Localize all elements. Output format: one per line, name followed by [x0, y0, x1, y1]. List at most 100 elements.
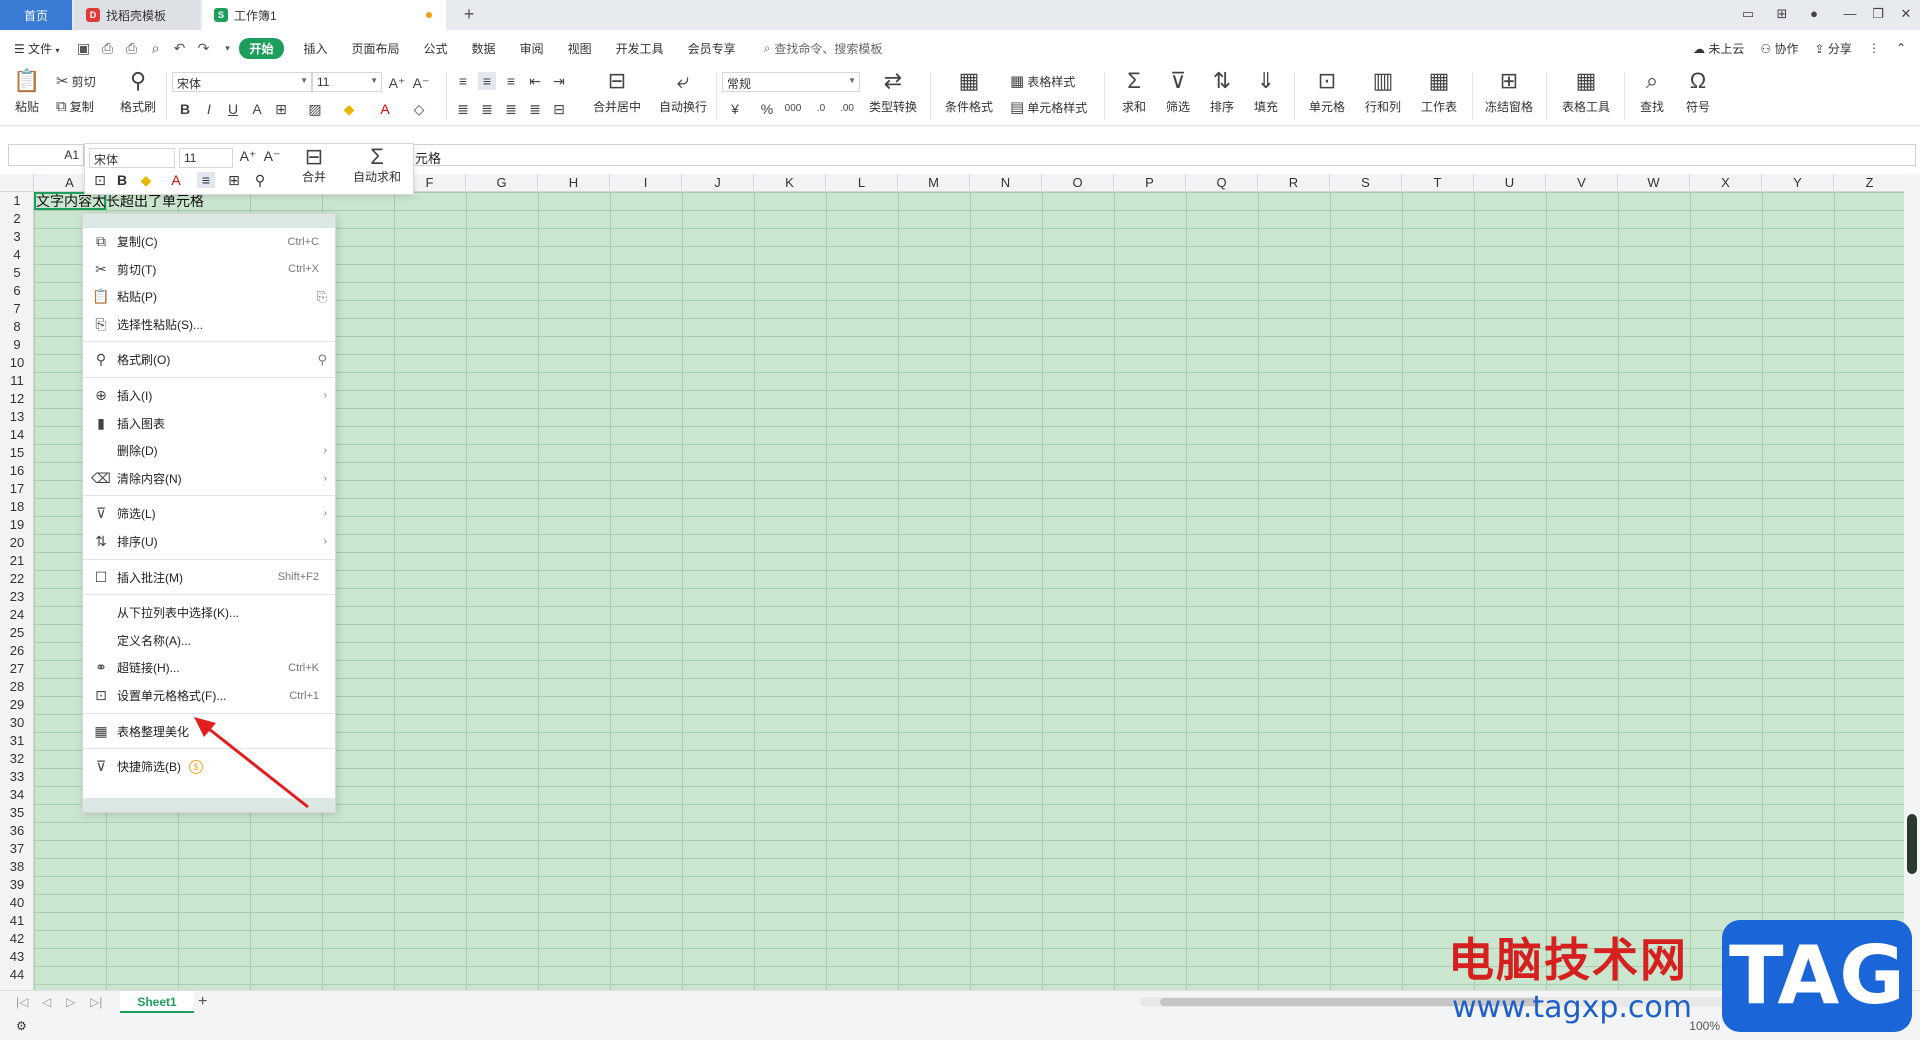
worksheet-button[interactable]: ▦ 工作表: [1416, 70, 1462, 115]
row-header[interactable]: 7: [0, 300, 34, 318]
mini-font-size-select[interactable]: 11: [179, 148, 233, 168]
column-header[interactable]: S: [1330, 174, 1402, 192]
row-header[interactable]: 19: [0, 516, 34, 534]
number-format-select[interactable]: 常规 ▼: [722, 72, 860, 92]
column-header[interactable]: T: [1402, 174, 1474, 192]
row-header[interactable]: 18: [0, 498, 34, 516]
increase-font-icon[interactable]: A⁺: [388, 74, 406, 92]
tab-home[interactable]: 首页: [0, 0, 72, 30]
row-header[interactable]: 14: [0, 426, 34, 444]
tab-templates[interactable]: D 找稻壳模板: [74, 0, 200, 30]
macro-icon[interactable]: ⚙: [16, 1019, 27, 1033]
close-icon[interactable]: ✕: [1896, 6, 1916, 24]
avatar[interactable]: ●: [1804, 6, 1824, 24]
mini-font-name-select[interactable]: 宋体: [89, 148, 175, 168]
row-header[interactable]: 42: [0, 930, 34, 948]
row-header[interactable]: 8: [0, 318, 34, 336]
row-header[interactable]: 40: [0, 894, 34, 912]
row-header[interactable]: 25: [0, 624, 34, 642]
row-header[interactable]: 41: [0, 912, 34, 930]
format-painter-icon[interactable]: ⚲: [317, 352, 327, 368]
context-menu-item[interactable]: ⊕ 插入(I) ›: [83, 382, 335, 409]
restore-icon[interactable]: ❐: [1868, 6, 1888, 24]
row-header[interactable]: 39: [0, 876, 34, 894]
row-header[interactable]: 28: [0, 678, 34, 696]
row-header[interactable]: 2: [0, 210, 34, 228]
menu-tab-start[interactable]: 开始: [239, 37, 284, 59]
column-header[interactable]: N: [970, 174, 1042, 192]
layout-icon[interactable]: ▭: [1738, 6, 1758, 24]
context-menu-item[interactable]: ⌫ 清除内容(N) ›: [83, 465, 335, 492]
font-color-icon[interactable]: A: [376, 100, 394, 118]
fill-color-icon[interactable]: ◆: [137, 172, 155, 189]
context-menu-item[interactable]: ⎘ 选择性粘贴(S)...: [83, 311, 335, 338]
vertical-scrollbar[interactable]: [1904, 174, 1920, 990]
sum-button[interactable]: Σ 求和: [1116, 70, 1152, 115]
filter-button[interactable]: ⊽ 筛选: [1160, 70, 1196, 115]
column-header[interactable]: R: [1258, 174, 1330, 192]
row-header[interactable]: 9: [0, 336, 34, 354]
export-pdf-icon[interactable]: ⎙: [99, 40, 115, 56]
add-sheet-button[interactable]: +: [198, 993, 207, 1011]
cut-button[interactable]: ✂ 剪切: [56, 72, 96, 90]
bold-icon[interactable]: B: [113, 172, 131, 188]
column-header[interactable]: H: [538, 174, 610, 192]
more-icon[interactable]: ⋮: [1868, 41, 1880, 55]
context-menu-item[interactable]: ✂ 剪切(T) Ctrl+X: [83, 256, 335, 283]
strikethrough-icon[interactable]: A: [248, 100, 266, 118]
copy-button[interactable]: ⧉ 复制: [56, 98, 94, 115]
menu-tab-formula[interactable]: 公式: [412, 40, 460, 57]
row-header[interactable]: 16: [0, 462, 34, 480]
quick-access-more-icon[interactable]: ▾: [219, 40, 235, 56]
cell-style-button[interactable]: ▤ 单元格样式: [1010, 98, 1087, 116]
column-header[interactable]: W: [1618, 174, 1690, 192]
row-header[interactable]: 35: [0, 804, 34, 822]
underline-icon[interactable]: U: [224, 100, 242, 118]
row-col-button[interactable]: ▥ 行和列: [1360, 70, 1406, 115]
row-header[interactable]: 1: [0, 192, 34, 210]
share-button[interactable]: ⇪ 分享: [1815, 40, 1852, 57]
font-name-select[interactable]: 宋体 ▼: [172, 72, 312, 92]
fill-button[interactable]: ⇓ 填充: [1248, 70, 1284, 115]
font-color-icon[interactable]: A: [167, 172, 185, 188]
increase-font-icon[interactable]: A⁺: [239, 148, 257, 165]
row-header[interactable]: 32: [0, 750, 34, 768]
name-box[interactable]: A1: [8, 144, 84, 166]
context-menu-item[interactable]: ⧉ 复制(C) Ctrl+C: [83, 228, 335, 255]
column-header[interactable]: G: [466, 174, 538, 192]
row-header[interactable]: 23: [0, 588, 34, 606]
column-header[interactable]: Y: [1762, 174, 1834, 192]
sheet-tab-sheet1[interactable]: Sheet1: [120, 991, 194, 1013]
column-header[interactable]: P: [1114, 174, 1186, 192]
context-menu-item[interactable]: ☐ 插入批注(M) Shift+F2: [83, 564, 335, 591]
menu-tab-developer[interactable]: 开发工具: [604, 40, 676, 57]
column-header[interactable]: K: [754, 174, 826, 192]
row-header[interactable]: 5: [0, 264, 34, 282]
freeze-panes-button[interactable]: ⊞ 冻结窗格: [1482, 70, 1536, 115]
find-button[interactable]: ⌕ 查找: [1634, 70, 1670, 115]
row-header[interactable]: 10: [0, 354, 34, 372]
mini-autosum-button[interactable]: Σ 自动求和: [347, 146, 407, 185]
table-tools-button[interactable]: ▦ 表格工具: [1556, 70, 1616, 115]
column-header[interactable]: X: [1690, 174, 1762, 192]
select-all-corner[interactable]: [0, 174, 34, 192]
row-header[interactable]: 3: [0, 228, 34, 246]
row-header[interactable]: 12: [0, 390, 34, 408]
menu-tab-page-layout[interactable]: 页面布局: [340, 40, 412, 57]
row-header[interactable]: 24: [0, 606, 34, 624]
wrap-icon[interactable]: ⊡: [91, 172, 109, 189]
row-header[interactable]: 26: [0, 642, 34, 660]
row-header[interactable]: 33: [0, 768, 34, 786]
align-right-icon[interactable]: ≣: [502, 100, 520, 118]
column-header[interactable]: O: [1042, 174, 1114, 192]
cloud-status-button[interactable]: ☁ 未上云: [1693, 40, 1744, 57]
minimize-icon[interactable]: —: [1840, 6, 1860, 24]
symbol-button[interactable]: Ω 符号: [1680, 70, 1716, 115]
decrease-font-icon[interactable]: A⁻: [263, 148, 281, 165]
zoom-level[interactable]: 100%: [1689, 1019, 1720, 1033]
paste-options-icon[interactable]: ⎘: [317, 289, 327, 305]
row-header[interactable]: 21: [0, 552, 34, 570]
increase-decimal-icon[interactable]: .0: [812, 100, 830, 118]
row-header[interactable]: 34: [0, 786, 34, 804]
row-header[interactable]: 30: [0, 714, 34, 732]
